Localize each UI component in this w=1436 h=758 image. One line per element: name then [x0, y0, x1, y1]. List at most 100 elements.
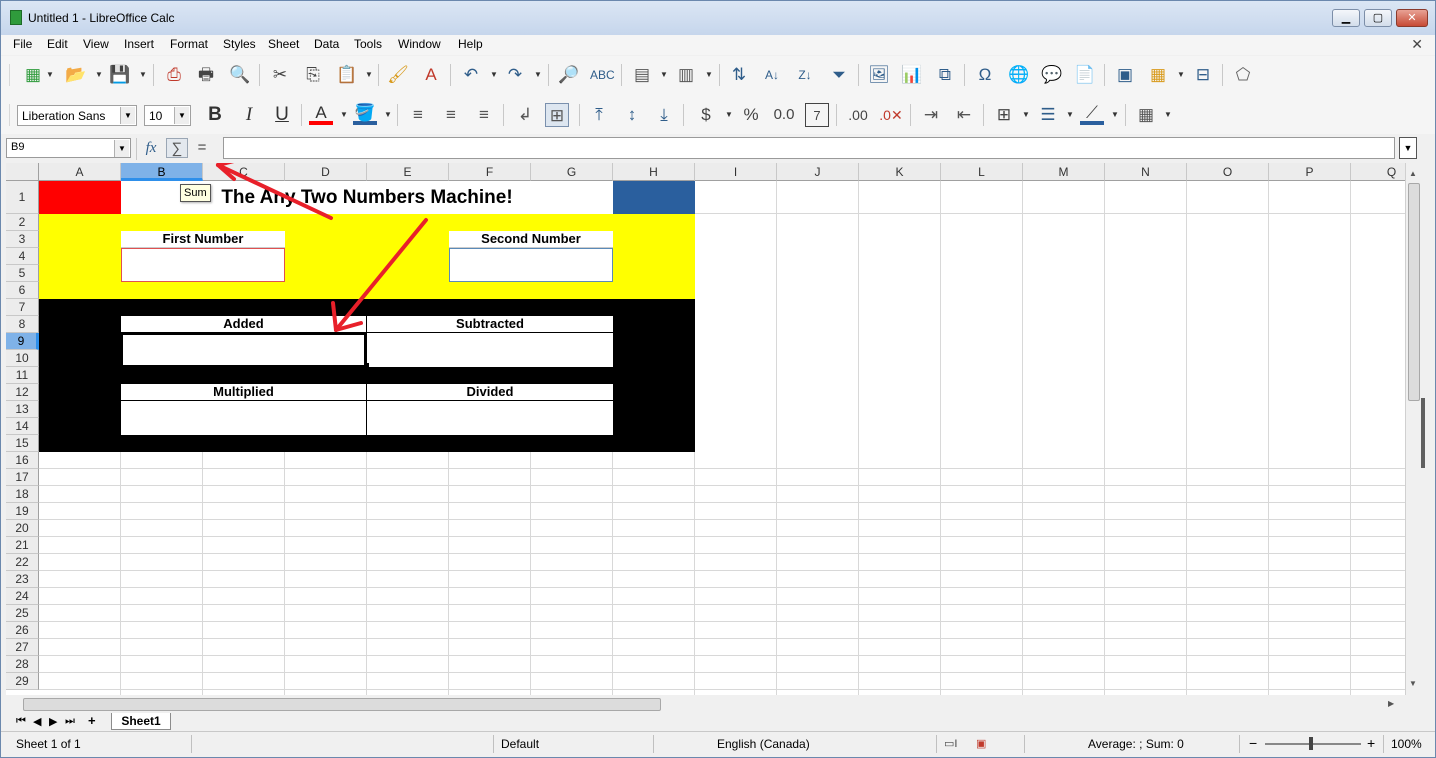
percent-format-icon[interactable]: %	[739, 103, 763, 127]
row-header-17[interactable]: 17	[6, 469, 39, 486]
borders-icon[interactable]: ⊞	[992, 103, 1016, 127]
vertical-scroll-thumb[interactable]	[1408, 183, 1420, 401]
first-sheet-icon[interactable]: ⏮	[16, 715, 26, 728]
minimize-button[interactable]: ▁	[1332, 9, 1360, 27]
selection-mode-icon[interactable]: ▭I	[944, 737, 957, 750]
cut-icon[interactable]: ✂	[268, 63, 292, 87]
column-header-o[interactable]: O	[1187, 163, 1269, 181]
vertical-scrollbar[interactable]: ▲ ▼	[1405, 163, 1425, 695]
previous-sheet-icon[interactable]: ◀	[33, 715, 41, 728]
next-sheet-icon[interactable]: ▶	[49, 715, 57, 728]
wrap-text-icon[interactable]: ↲	[513, 103, 537, 127]
copy-icon[interactable]: ⎘	[301, 63, 325, 87]
undo-dropdown-icon[interactable]: ▼	[490, 64, 498, 86]
currency-format-icon[interactable]: $	[694, 103, 718, 127]
column-header-l[interactable]: L	[941, 163, 1023, 181]
column-header-k[interactable]: K	[859, 163, 941, 181]
row-header-16[interactable]: 16	[6, 452, 39, 469]
underline-icon[interactable]: U	[270, 103, 294, 127]
insert-image-icon[interactable]: 🖼	[867, 63, 891, 87]
border-style-dropdown-icon[interactable]: ▼	[1066, 104, 1074, 126]
increase-indent-icon[interactable]: ⇥	[919, 103, 943, 127]
menu-edit[interactable]: Edit	[47, 37, 68, 51]
menu-view[interactable]: View	[83, 37, 109, 51]
zoom-out-button[interactable]: −	[1249, 735, 1257, 751]
special-character-icon[interactable]: Ω	[973, 63, 997, 87]
split-window-icon[interactable]: ⊟	[1191, 63, 1215, 87]
menu-styles[interactable]: Styles	[223, 37, 256, 51]
column-header-q[interactable]: Q	[1351, 163, 1405, 181]
row-header-15[interactable]: 15	[6, 435, 39, 452]
sum-icon[interactable]: ∑	[166, 138, 188, 158]
row-header-21[interactable]: 21	[6, 537, 39, 554]
autofilter-icon[interactable]: ⏷	[827, 63, 851, 87]
name-box-dropdown-icon[interactable]: ▼	[114, 140, 129, 157]
sheet-tab-sheet1[interactable]: Sheet1	[111, 713, 171, 730]
row-dropdown-icon[interactable]: ▼	[660, 64, 668, 86]
align-center-icon[interactable]: ≡	[439, 103, 463, 127]
print-icon[interactable]: 🖶	[194, 63, 218, 87]
menu-format[interactable]: Format	[170, 37, 208, 51]
add-decimal-place-icon[interactable]: .00	[846, 103, 870, 127]
row-header-29[interactable]: 29	[6, 673, 39, 690]
zoom-level[interactable]: 100%	[1391, 737, 1422, 751]
column-header-i[interactable]: I	[695, 163, 777, 181]
sidebar-handle[interactable]	[1421, 398, 1425, 468]
currency-dropdown-icon[interactable]: ▼	[725, 104, 733, 126]
clone-formatting-icon[interactable]: 🖌	[386, 63, 410, 87]
find-replace-icon[interactable]: 🔎	[557, 63, 581, 87]
align-top-icon[interactable]: ⤒	[587, 103, 611, 127]
horizontal-scrollbar[interactable]: ▶	[13, 696, 1405, 713]
paste-dropdown-icon[interactable]: ▼	[365, 64, 373, 86]
conditional-format-icon[interactable]: ▦	[1134, 103, 1158, 127]
export-pdf-icon[interactable]: ⎙	[162, 63, 186, 87]
row-header-11[interactable]: 11	[6, 367, 39, 384]
header-footer-icon[interactable]: 📄	[1073, 63, 1097, 87]
multiplied-result-cell[interactable]	[121, 401, 366, 435]
background-color-icon[interactable]: 🪣	[353, 103, 377, 125]
column-icon[interactable]: ▥	[674, 63, 698, 87]
row-header-26[interactable]: 26	[6, 622, 39, 639]
undo-icon[interactable]: ↶	[459, 63, 483, 87]
function-wizard-icon[interactable]: fx	[140, 138, 162, 158]
clear-formatting-icon[interactable]: A	[419, 63, 443, 87]
row-header-25[interactable]: 25	[6, 605, 39, 622]
border-color-dropdown-icon[interactable]: ▼	[1111, 104, 1119, 126]
row-header-13[interactable]: 13	[6, 401, 39, 418]
scroll-right-icon[interactable]: ▶	[1388, 699, 1394, 708]
center-vertically-icon[interactable]: ↕	[620, 103, 644, 127]
last-sheet-icon[interactable]: ⏭	[65, 715, 75, 728]
italic-icon[interactable]: I	[237, 103, 261, 127]
row-header-20[interactable]: 20	[6, 520, 39, 537]
horizontal-scroll-thumb[interactable]	[23, 698, 661, 711]
hyperlink-icon[interactable]: 🌐	[1007, 63, 1031, 87]
zoom-slider[interactable]	[1265, 743, 1361, 745]
menu-data[interactable]: Data	[314, 37, 339, 51]
new-document-icon[interactable]: ▦	[21, 63, 45, 87]
insert-chart-icon[interactable]: 📊	[900, 63, 924, 87]
pivot-table-icon[interactable]: ⧉	[933, 63, 957, 87]
print-preview-icon[interactable]: 🔍	[228, 63, 252, 87]
show-draw-functions-icon[interactable]: ⬠	[1231, 63, 1255, 87]
formula-input[interactable]	[223, 137, 1395, 159]
name-box[interactable]: B9 ▼	[6, 138, 131, 158]
menu-file[interactable]: File	[13, 37, 32, 51]
menu-sheet[interactable]: Sheet	[268, 37, 299, 51]
menu-tools[interactable]: Tools	[354, 37, 382, 51]
freeze-dropdown-icon[interactable]: ▼	[1177, 64, 1185, 86]
zoom-in-button[interactable]: +	[1367, 735, 1375, 751]
new-dropdown-icon[interactable]: ▼	[46, 64, 54, 86]
row-header-28[interactable]: 28	[6, 656, 39, 673]
page-style[interactable]: Default	[501, 737, 539, 751]
conditional-format-dropdown-icon[interactable]: ▼	[1164, 104, 1172, 126]
divided-result-cell[interactable]	[367, 401, 613, 435]
decrease-indent-icon[interactable]: ⇤	[952, 103, 976, 127]
expand-formula-bar-icon[interactable]: ▼	[1399, 137, 1417, 159]
scroll-down-icon[interactable]: ▼	[1409, 679, 1417, 688]
sort-descending-icon[interactable]: Z↓	[793, 63, 817, 87]
row-header-24[interactable]: 24	[6, 588, 39, 605]
menu-window[interactable]: Window	[398, 37, 441, 51]
font-color-icon[interactable]: A	[309, 103, 333, 125]
row-header-23[interactable]: 23	[6, 571, 39, 588]
row-header-19[interactable]: 19	[6, 503, 39, 520]
